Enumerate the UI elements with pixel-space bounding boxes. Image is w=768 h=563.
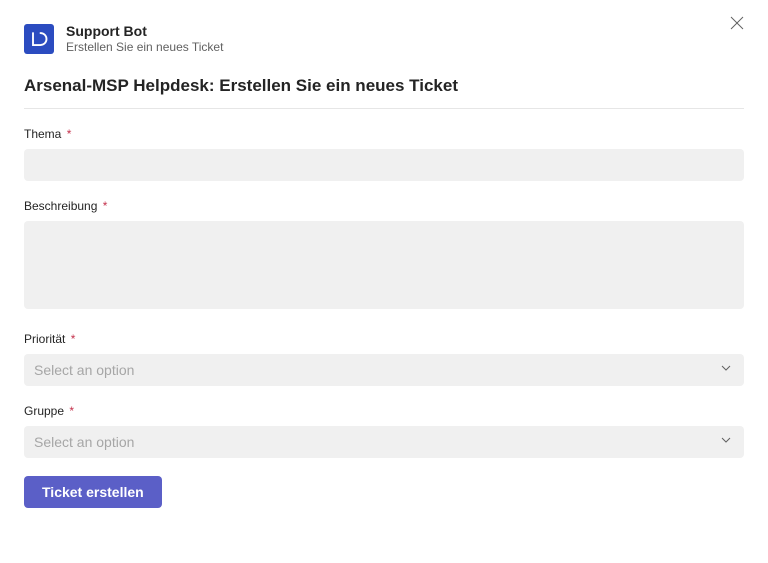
required-mark: * bbox=[71, 332, 76, 346]
group-field: Gruppe * Select an option bbox=[24, 404, 744, 458]
create-ticket-dialog: Support Bot Erstellen Sie ein neues Tick… bbox=[0, 0, 768, 528]
required-mark: * bbox=[69, 404, 74, 418]
description-field: Beschreibung * bbox=[24, 199, 744, 314]
required-mark: * bbox=[103, 199, 108, 213]
description-label-text: Beschreibung bbox=[24, 199, 97, 213]
priority-placeholder: Select an option bbox=[34, 362, 134, 378]
create-ticket-button[interactable]: Ticket erstellen bbox=[24, 476, 162, 508]
group-label-text: Gruppe bbox=[24, 404, 64, 418]
description-input[interactable] bbox=[24, 221, 744, 309]
priority-label-text: Priorität bbox=[24, 332, 65, 346]
close-button[interactable] bbox=[728, 16, 746, 34]
subject-input[interactable] bbox=[24, 149, 744, 181]
app-icon bbox=[24, 24, 54, 54]
close-icon bbox=[730, 16, 744, 35]
description-label: Beschreibung * bbox=[24, 199, 744, 213]
group-label: Gruppe * bbox=[24, 404, 744, 418]
subject-label: Thema * bbox=[24, 127, 744, 141]
priority-field: Priorität * Select an option bbox=[24, 332, 744, 386]
dialog-header: Support Bot Erstellen Sie ein neues Tick… bbox=[24, 22, 744, 56]
required-mark: * bbox=[67, 127, 72, 141]
priority-label: Priorität * bbox=[24, 332, 744, 346]
app-name: Support Bot bbox=[66, 22, 223, 40]
subject-label-text: Thema bbox=[24, 127, 61, 141]
priority-select[interactable]: Select an option bbox=[24, 354, 744, 386]
group-placeholder: Select an option bbox=[34, 434, 134, 450]
subject-field: Thema * bbox=[24, 127, 744, 181]
app-subtitle: Erstellen Sie ein neues Ticket bbox=[66, 40, 223, 56]
group-select[interactable]: Select an option bbox=[24, 426, 744, 458]
form-title: Arsenal-MSP Helpdesk: Erstellen Sie ein … bbox=[24, 76, 744, 109]
